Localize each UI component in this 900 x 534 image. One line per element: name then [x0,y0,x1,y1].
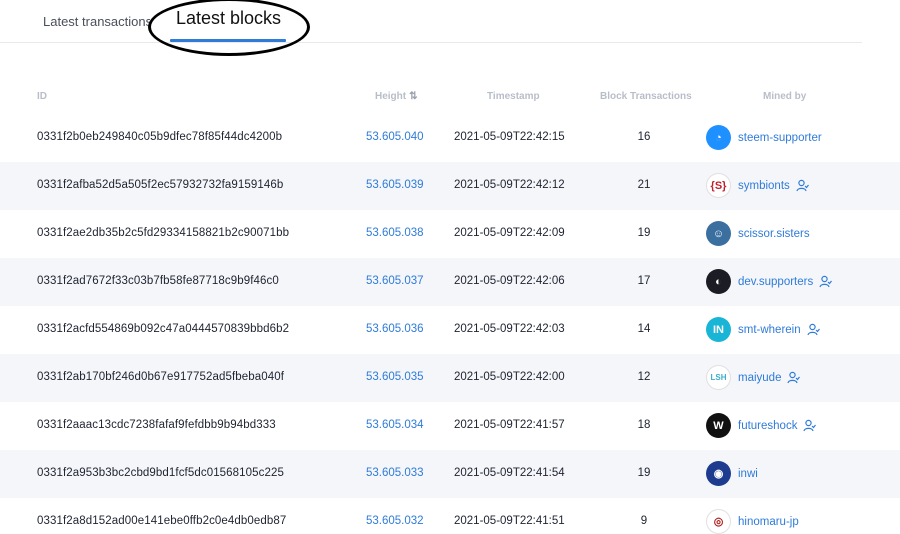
miner-link[interactable]: W futureshock [706,413,817,438]
block-timestamp: 2021-05-09T22:42:15 [454,131,565,143]
column-header-height[interactable]: Height ⇅ [375,91,418,102]
block-id: 0331f2ab170bf246d0b67e917752ad5fbeba040f [37,371,285,383]
tab-bar: Latest transactions Latest blocks [0,0,862,43]
block-transaction-count: 19 [637,227,651,239]
block-timestamp: 2021-05-09T22:42:03 [454,323,565,335]
block-height-link[interactable]: 53.605.035 [366,371,424,383]
miner-name: futureshock [738,419,798,432]
miner-link[interactable]: IN smt-wherein [706,317,820,342]
table-row: 0331f2ab170bf246d0b67e917752ad5fbeba040f… [0,354,900,402]
block-transaction-count: 9 [640,515,648,527]
block-timestamp: 2021-05-09T22:41:54 [454,467,565,479]
table-row: 0331f2aaac13cdc7238fafaf9fefdbb9b94bd333… [0,402,900,450]
block-height-link[interactable]: 53.605.038 [366,227,424,239]
miner-name: smt-wherein [738,323,801,336]
block-height-link[interactable]: 53.605.032 [366,515,424,527]
block-id: 0331f2b0eb249840c05b9dfec78f85f44dc4200b [37,131,283,143]
block-id: 0331f2afba52d5a505f2ec57932732fa9159146b [37,179,284,191]
miner-link[interactable]: ☺ scissor.sisters [706,221,810,246]
lsh-logo-icon: LSH [706,365,731,390]
miner-link[interactable]: {S} symbionts [706,173,809,198]
active-tab-indicator [170,39,286,42]
verified-person-icon [796,179,809,192]
miner-link[interactable]: ◔ steem-supporter [706,125,822,150]
column-header-height-label: Height [375,91,407,102]
miner-name: scissor.sisters [738,227,810,240]
block-timestamp: 2021-05-09T22:42:06 [454,275,565,287]
miner-link[interactable]: ◐ dev.supporters [706,269,833,294]
steem-icon: ◔ [706,125,731,150]
table-row: 0331f2afba52d5a505f2ec57932732fa9159146b… [0,162,900,210]
table-row: 0331f2ad7672f33c03b7fb58fe87718c9b9f46c0… [0,258,900,306]
table-row: 0331f2acfd554869b092c47a0444570839bbd6b2… [0,306,900,354]
block-id: 0331f2ae2db35b2c5fd29334158821b2c90071bb [37,227,290,239]
block-height-link[interactable]: 53.605.034 [366,419,424,431]
block-timestamp: 2021-05-09T22:42:09 [454,227,565,239]
tab-latest-blocks[interactable]: Latest blocks [176,8,281,51]
block-id: 0331f2ad7672f33c03b7fb58fe87718c9b9f46c0 [37,275,279,287]
block-transaction-count: 17 [637,275,651,287]
table-row: 0331f2b0eb249840c05b9dfec78f85f44dc4200b… [0,114,900,162]
block-transaction-count: 16 [637,131,651,143]
circle-half-icon: ◐ [706,269,731,294]
block-transaction-count: 21 [637,179,651,191]
miner-name: symbionts [738,179,790,192]
miner-name: steem-supporter [738,131,822,144]
verified-person-icon [803,419,817,432]
block-transaction-count: 18 [637,419,651,431]
inwi-logo-icon: ◉ [706,461,731,486]
table-header: ID Height ⇅ Timestamp Block Transactions … [0,88,900,106]
tab-latest-transactions[interactable]: Latest transactions [43,14,150,57]
table-row: 0331f2a953b3bc2cbd9bd1fcf5dc01568105c225… [0,450,900,498]
column-header-block-transactions: Block Transactions [600,91,692,102]
sort-icon[interactable]: ⇅ [409,91,417,102]
block-timestamp: 2021-05-09T22:41:57 [454,419,565,431]
block-height-link[interactable]: 53.605.040 [366,131,424,143]
block-timestamp: 2021-05-09T22:42:12 [454,179,565,191]
miner-link[interactable]: ◎ hinomaru-jp [706,509,799,534]
block-id: 0331f2a8d152ad00e141ebe0ffb2c0e4db0edb87 [37,515,287,527]
block-id: 0331f2acfd554869b092c47a0444570839bbd6b2 [37,323,290,335]
block-timestamp: 2021-05-09T22:42:00 [454,371,565,383]
block-height-link[interactable]: 53.605.039 [366,179,424,191]
miner-name: dev.supporters [738,275,814,288]
in-logo-icon: IN [706,317,731,342]
miner-link[interactable]: ◉ inwi [706,461,758,486]
table-row: 0331f2a8d152ad00e141ebe0ffb2c0e4db0edb87… [0,498,900,534]
block-height-link[interactable]: 53.605.036 [366,323,424,335]
block-transaction-count: 12 [637,371,651,383]
block-transaction-count: 14 [637,323,651,335]
column-header-timestamp: Timestamp [487,91,540,102]
block-id: 0331f2a953b3bc2cbd9bd1fcf5dc01568105c225 [37,467,284,479]
miner-name: inwi [738,467,758,480]
miner-name: hinomaru-jp [738,515,799,528]
symbionts-icon: {S} [706,173,731,198]
hinomaru-icon: ◎ [706,509,731,534]
block-timestamp: 2021-05-09T22:41:51 [454,515,565,527]
column-header-id: ID [37,91,47,102]
block-height-link[interactable]: 53.605.037 [366,275,424,287]
miner-link[interactable]: LSH maiyude [706,365,801,390]
verified-person-icon [807,323,820,336]
miner-name: maiyude [738,371,782,384]
column-header-mined-by: Mined by [763,91,807,102]
block-id: 0331f2aaac13cdc7238fafaf9fefdbb9b94bd333 [37,419,276,431]
block-transaction-count: 19 [637,467,651,479]
blocks-table-body: 0331f2b0eb249840c05b9dfec78f85f44dc4200b… [0,114,900,534]
portrait-icon: ☺ [706,221,731,246]
table-row: 0331f2ae2db35b2c5fd29334158821b2c90071bb… [0,210,900,258]
w-logo-icon: W [706,413,731,438]
verified-person-icon [787,371,801,384]
verified-person-icon [819,275,833,288]
block-height-link[interactable]: 53.605.033 [366,467,424,479]
